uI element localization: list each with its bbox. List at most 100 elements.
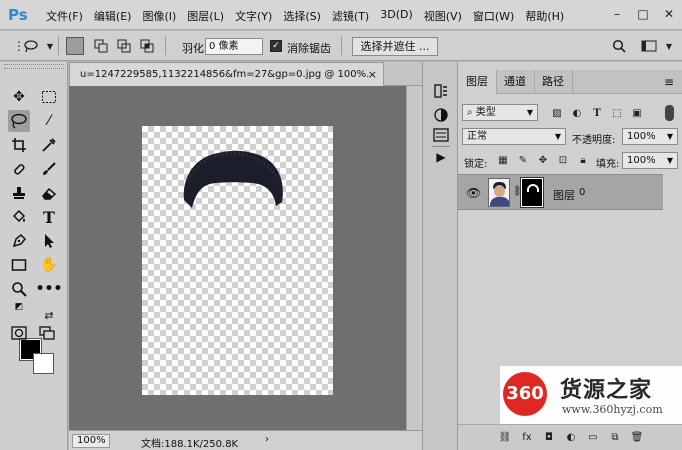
menu-layer[interactable]: 图层(L) xyxy=(187,8,232,24)
add-mask-icon[interactable]: ◘ xyxy=(542,430,556,444)
menu-window[interactable]: 窗口(W) xyxy=(473,8,522,24)
menu-type[interactable]: 文字(Y) xyxy=(235,8,280,24)
lock-position-icon[interactable]: ✥ xyxy=(536,153,550,167)
menu-3d[interactable]: 3D(D) xyxy=(380,8,421,24)
hand-tool-icon[interactable]: ✋ xyxy=(38,254,60,276)
history-panel-icon[interactable] xyxy=(432,82,450,100)
menu-view[interactable]: 视图(V) xyxy=(424,8,470,24)
document-tab[interactable]: u=1247229585,1132214856&fm=27&gp=0.jpg @… xyxy=(69,62,384,86)
marquee-tool-icon[interactable] xyxy=(38,86,60,108)
canvas-area[interactable] xyxy=(69,86,406,430)
feather-input[interactable]: 0 像素 xyxy=(205,38,263,55)
clone-stamp-icon[interactable] xyxy=(8,182,30,204)
chevron-down-icon: ▼ xyxy=(666,132,673,141)
filter-toggle-switch[interactable] xyxy=(665,105,674,121)
subtract-from-selection-icon[interactable] xyxy=(115,37,133,55)
background-color-swatch[interactable] xyxy=(33,353,54,374)
window-controls: – □ ✕ xyxy=(604,0,682,28)
layer-name[interactable]: 图层 xyxy=(553,187,575,203)
lock-label: 锁定: xyxy=(464,159,488,170)
quick-mask-icon[interactable] xyxy=(10,324,28,342)
menu-items: 文件(F) 编辑(E) 图像(I) 图层(L) 文字(Y) 选择(S) 滤镜(T… xyxy=(46,8,575,24)
default-colors-icon[interactable]: ◩ xyxy=(12,300,26,314)
tab-paths[interactable]: 路径 xyxy=(534,70,573,94)
tab-channels[interactable]: 通道 xyxy=(496,70,535,94)
vertical-scrollbar[interactable] xyxy=(406,86,422,430)
filter-adjustment-icon[interactable]: ◐ xyxy=(570,106,584,120)
blend-mode-select[interactable]: 正常 ▼ xyxy=(462,128,566,145)
close-icon[interactable]: × xyxy=(368,68,377,81)
chevron-down-icon[interactable]: ▼ xyxy=(41,37,59,55)
link-layers-icon[interactable]: ⛓︎ xyxy=(498,430,512,444)
fill-input[interactable]: 100% ▼ xyxy=(622,152,678,169)
filter-pixel-icon[interactable]: ▨ xyxy=(550,106,564,120)
new-selection-button[interactable] xyxy=(66,37,84,55)
layer-thumbnail[interactable] xyxy=(488,178,510,207)
search-icon[interactable] xyxy=(610,37,628,55)
lasso-tool-icon[interactable] xyxy=(8,110,30,132)
close-icon[interactable]: ✕ xyxy=(656,0,682,28)
adjustment-layer-icon[interactable]: ◐ xyxy=(564,430,578,444)
menu-select[interactable]: 选择(S) xyxy=(283,8,329,24)
adjustments-panel-icon[interactable] xyxy=(432,106,450,124)
layer-mask-thumbnail[interactable] xyxy=(520,177,544,208)
select-and-mask-button[interactable]: 选择并遮住 ... xyxy=(352,37,438,56)
menu-edit[interactable]: 编辑(E) xyxy=(94,8,140,24)
minimize-icon[interactable]: – xyxy=(604,0,630,28)
lasso-preset-icon[interactable] xyxy=(22,37,40,55)
filter-kind-value: 类型 xyxy=(475,107,496,118)
trash-icon[interactable]: 🗑︎ xyxy=(630,430,644,444)
toolbox-grip[interactable] xyxy=(4,64,64,69)
properties-panel-icon[interactable] xyxy=(432,126,450,144)
crop-tool-icon[interactable] xyxy=(8,134,30,156)
antialias-checkbox[interactable]: ✓ xyxy=(270,40,282,52)
add-to-selection-icon[interactable] xyxy=(92,37,110,55)
zoom-tool-icon[interactable] xyxy=(8,278,30,300)
filter-shape-icon[interactable]: ⬚ xyxy=(610,106,624,120)
eye-icon[interactable]: 👁︎ xyxy=(466,186,481,200)
filter-smart-object-icon[interactable]: ▣ xyxy=(630,106,644,120)
layer-style-icon[interactable]: fx xyxy=(520,430,534,444)
maximize-icon[interactable]: □ xyxy=(630,0,656,28)
screen-mode-icon[interactable] xyxy=(38,324,56,342)
play-action-icon[interactable]: ▶ xyxy=(432,148,450,166)
path-selection-icon[interactable] xyxy=(38,230,60,252)
menu-filter[interactable]: 滤镜(T) xyxy=(332,8,377,24)
menu-help[interactable]: 帮助(H) xyxy=(525,8,572,24)
filter-type-icon[interactable]: T xyxy=(590,106,604,120)
status-menu-arrow[interactable]: › xyxy=(265,434,269,445)
eyedropper-icon[interactable] xyxy=(38,134,60,156)
menu-file[interactable]: 文件(F) xyxy=(46,8,91,24)
lock-artboard-icon[interactable]: ⊡ xyxy=(556,153,570,167)
chevron-down-icon[interactable]: ▼ xyxy=(660,37,678,55)
rectangle-tool-icon[interactable] xyxy=(8,254,30,276)
zoom-level-input[interactable]: 100% xyxy=(72,434,110,448)
paint-bucket-icon[interactable] xyxy=(8,206,30,228)
type-tool-icon[interactable]: T xyxy=(38,206,60,228)
brush-tool-icon[interactable] xyxy=(38,158,60,180)
eraser-tool-icon[interactable] xyxy=(38,182,60,204)
watermark-title: 货源之家 xyxy=(560,378,653,403)
swap-colors-icon[interactable]: ⇄ xyxy=(42,308,56,322)
opacity-input[interactable]: 100% ▼ xyxy=(622,128,678,145)
menu-image[interactable]: 图像(I) xyxy=(142,8,184,24)
layer-row[interactable]: 👁︎ ⛓︎ 图层 0 xyxy=(458,174,663,210)
tab-layers[interactable]: 图层 xyxy=(458,70,497,94)
hair-image xyxy=(183,150,283,208)
group-icon[interactable]: ▭ xyxy=(586,430,600,444)
panel-menu-icon[interactable]: ≡ xyxy=(664,75,674,89)
lock-image-icon[interactable]: ✎ xyxy=(516,153,530,167)
lock-transparent-icon[interactable]: ▦ xyxy=(496,153,510,167)
antialias-label: 消除锯齿 xyxy=(287,42,331,55)
move-tool-icon[interactable]: ✥ xyxy=(8,86,30,108)
more-tools-icon[interactable]: ••• xyxy=(36,278,63,300)
layer-filter-select[interactable]: ⌕ 类型 ▼ xyxy=(462,104,538,121)
healing-brush-icon[interactable] xyxy=(8,158,30,180)
document-canvas[interactable] xyxy=(142,126,333,395)
lock-all-icon[interactable]: 🔒︎ xyxy=(576,153,590,167)
pen-tool-icon[interactable] xyxy=(8,230,30,252)
magic-wand-icon[interactable]: ⁄ xyxy=(38,110,60,132)
workspace-icon[interactable] xyxy=(640,37,658,55)
new-layer-icon[interactable]: ⧉ xyxy=(608,430,622,444)
intersect-selection-icon[interactable] xyxy=(138,37,156,55)
